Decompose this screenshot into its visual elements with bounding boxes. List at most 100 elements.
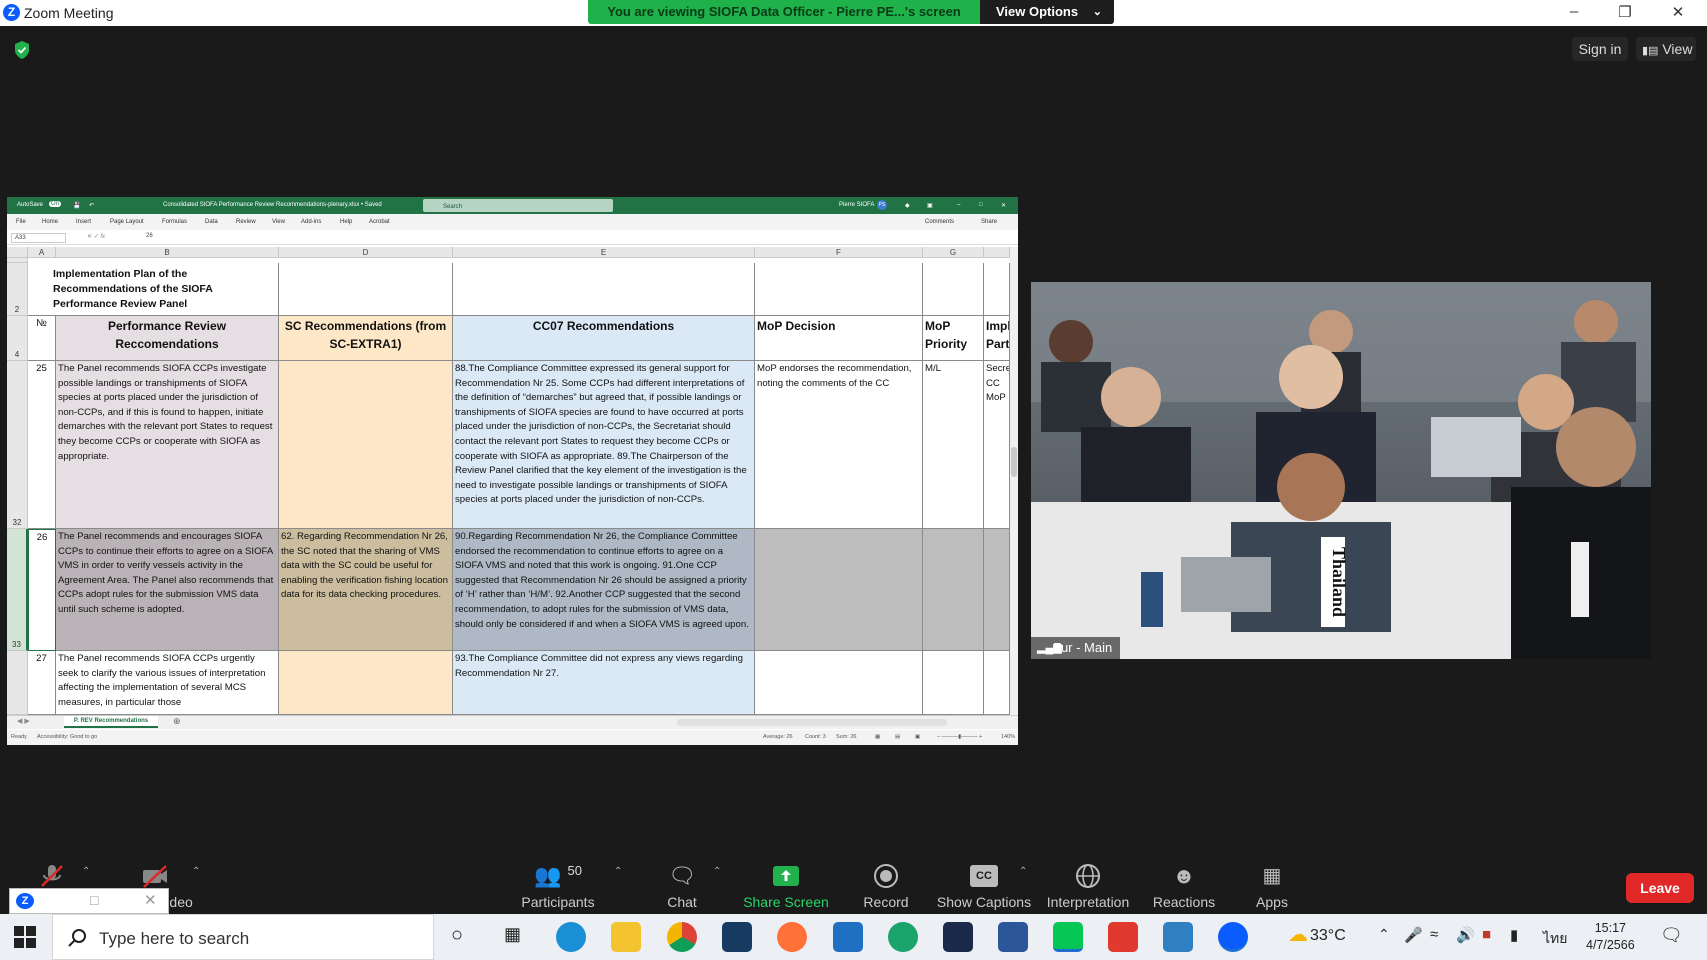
- file-explorer-icon[interactable]: [611, 922, 641, 952]
- autosave-toggle[interactable]: On: [49, 201, 62, 207]
- cortana-icon[interactable]: ○: [451, 924, 463, 947]
- avatar[interactable]: PS: [877, 200, 887, 210]
- shared-screen-excel-window[interactable]: AutoSave On 💾 ↶ Consolidated SIOFA Perfo…: [7, 197, 1018, 745]
- minimize-icon[interactable]: –: [1564, 3, 1584, 20]
- line-icon[interactable]: [1053, 922, 1083, 952]
- column-header-b[interactable]: B: [56, 247, 279, 258]
- volume-icon[interactable]: 🔊: [1456, 926, 1475, 944]
- cell[interactable]: [923, 263, 984, 316]
- share-screen-button[interactable]: Share Screen: [736, 862, 836, 910]
- task-view-icon[interactable]: ▦: [504, 924, 521, 945]
- weather-icon[interactable]: ☁: [1288, 922, 1308, 947]
- mop-priority-cell[interactable]: [923, 529, 984, 651]
- sc-recommendation-cell[interactable]: 62. Regarding Recommendation Nr 26, the …: [279, 529, 453, 651]
- sc-recommendation-cell[interactable]: [279, 361, 453, 529]
- row-header-32[interactable]: 32: [7, 361, 28, 529]
- header-no[interactable]: №: [28, 316, 56, 361]
- firefox-icon[interactable]: [777, 922, 807, 952]
- view-options-button[interactable]: View Options ⌄: [980, 0, 1114, 24]
- system-clock[interactable]: 15:17 4/7/2566: [1586, 920, 1635, 954]
- maximize-icon[interactable]: □: [90, 892, 98, 908]
- mop-decision-cell[interactable]: [755, 529, 923, 651]
- captions-caret-icon[interactable]: ⌃: [1019, 866, 1027, 877]
- participant-video-tile[interactable]: Thailand ▂▄▆ Fur - Main: [1031, 282, 1651, 659]
- zoom-level[interactable]: 140%: [1001, 734, 1015, 740]
- menu-view[interactable]: View: [272, 219, 285, 225]
- menu-formulas[interactable]: Formulas: [162, 219, 187, 225]
- photos-icon[interactable]: [1163, 922, 1193, 952]
- sheet-tab[interactable]: P. REV Recommendations: [64, 716, 158, 728]
- menu-page-layout[interactable]: Page Layout: [110, 219, 144, 225]
- menu-acrobat[interactable]: Acrobat: [369, 219, 390, 225]
- word-icon[interactable]: [998, 922, 1028, 952]
- zoom-taskbar-icon[interactable]: [1218, 922, 1248, 952]
- mop-decision-cell[interactable]: MoP endorses the recommendation, noting …: [755, 361, 923, 529]
- column-header-h[interactable]: [984, 247, 1010, 258]
- row-header-34[interactable]: [7, 651, 28, 715]
- select-all-corner[interactable]: [7, 247, 28, 258]
- close-window-icon[interactable]: ✕: [1668, 3, 1688, 21]
- menu-help[interactable]: Help: [340, 219, 352, 225]
- sheet-nav-icon[interactable]: ◀ ▶: [17, 717, 30, 725]
- participants-caret-icon[interactable]: ⌃: [614, 866, 622, 877]
- apps-button[interactable]: ▦ Apps: [1222, 862, 1322, 910]
- cc07-recommendation-cell[interactable]: 90.Regarding Recommendation Nr 26, the C…: [453, 529, 755, 651]
- cell[interactable]: [279, 263, 453, 316]
- column-header-f[interactable]: F: [755, 247, 923, 258]
- edge-legacy-icon[interactable]: [888, 922, 918, 952]
- horizontal-scrollbar[interactable]: [677, 719, 947, 726]
- menu-data[interactable]: Data: [205, 219, 218, 225]
- page-layout-view-icon[interactable]: ▤: [895, 734, 900, 740]
- name-box[interactable]: A33: [11, 233, 66, 243]
- notifications-icon[interactable]: 🗨: [1660, 925, 1683, 946]
- implementing-party-cell[interactable]: [984, 529, 1010, 651]
- cell[interactable]: [755, 263, 923, 316]
- row-header-4[interactable]: 4: [7, 316, 28, 361]
- zoom-mini-window[interactable]: Z □ ✕: [9, 888, 169, 914]
- column-header-a[interactable]: A: [28, 247, 56, 258]
- view-layout-button[interactable]: ▮▤ View: [1636, 37, 1696, 61]
- mop-decision-cell[interactable]: [755, 651, 923, 715]
- security-shield-icon[interactable]: [13, 40, 31, 60]
- acrobat-icon[interactable]: [1108, 922, 1138, 952]
- undo-icon[interactable]: ↶: [89, 202, 94, 209]
- performance-review-cell[interactable]: The Panel recommends and encourages SIOF…: [56, 529, 279, 651]
- record-button[interactable]: Record: [836, 862, 936, 910]
- zoom-slider[interactable]: – ———▮——— +: [937, 734, 982, 740]
- menu-review[interactable]: Review: [236, 219, 256, 225]
- header-cc07-recommendations[interactable]: CC07 Recommendations: [453, 316, 755, 361]
- app-tray-icon[interactable]: ■: [1482, 926, 1491, 943]
- weather-temperature[interactable]: 33°C: [1310, 927, 1346, 945]
- row-number-27[interactable]: 27: [28, 651, 56, 715]
- menu-file[interactable]: File: [16, 219, 26, 225]
- implementing-party-cell[interactable]: [984, 651, 1010, 715]
- plan-title-cell[interactable]: Implementation Plan of the Recommendatio…: [28, 263, 279, 316]
- row-header-33[interactable]: 33: [7, 529, 28, 651]
- save-icon[interactable]: 💾: [73, 202, 80, 209]
- column-header-d[interactable]: D: [279, 247, 453, 258]
- row-header-2[interactable]: 2: [7, 263, 28, 316]
- page-break-view-icon[interactable]: ▣: [915, 734, 920, 740]
- excel-close-icon[interactable]: ✕: [1001, 202, 1006, 209]
- diamond-icon[interactable]: ◆: [905, 202, 910, 209]
- battery-icon[interactable]: ▮: [1510, 926, 1518, 944]
- participants-button[interactable]: 👥 50 Participants: [508, 862, 608, 910]
- menu-home[interactable]: Home: [42, 219, 58, 225]
- normal-view-icon[interactable]: ▦: [875, 734, 880, 740]
- spreadsheet-grid[interactable]: A B D E F G 2 4 32 33 Implementation Pla…: [7, 247, 1010, 715]
- comments-button[interactable]: Comments: [925, 219, 954, 225]
- restore-icon[interactable]: ❐: [1615, 3, 1635, 21]
- windows-start-icon[interactable]: [14, 926, 36, 948]
- close-icon[interactable]: ✕: [144, 891, 157, 909]
- microphone-icon[interactable]: 🎤: [1404, 926, 1423, 944]
- performance-review-cell[interactable]: The Panel recommends SIOFA CCPs urgently…: [56, 651, 279, 715]
- edge-icon[interactable]: [556, 922, 586, 952]
- scrollbar-thumb[interactable]: [1011, 447, 1017, 477]
- status-accessibility[interactable]: Accessibility: Good to go: [37, 734, 97, 740]
- ribbon-display-icon[interactable]: ▣: [927, 202, 933, 209]
- share-button[interactable]: Share: [981, 219, 997, 225]
- cell[interactable]: [453, 263, 755, 316]
- vertical-scrollbar[interactable]: [1010, 247, 1018, 715]
- excel-restore-icon[interactable]: □: [979, 202, 983, 208]
- taskbar-search-box[interactable]: Type here to search: [52, 914, 434, 960]
